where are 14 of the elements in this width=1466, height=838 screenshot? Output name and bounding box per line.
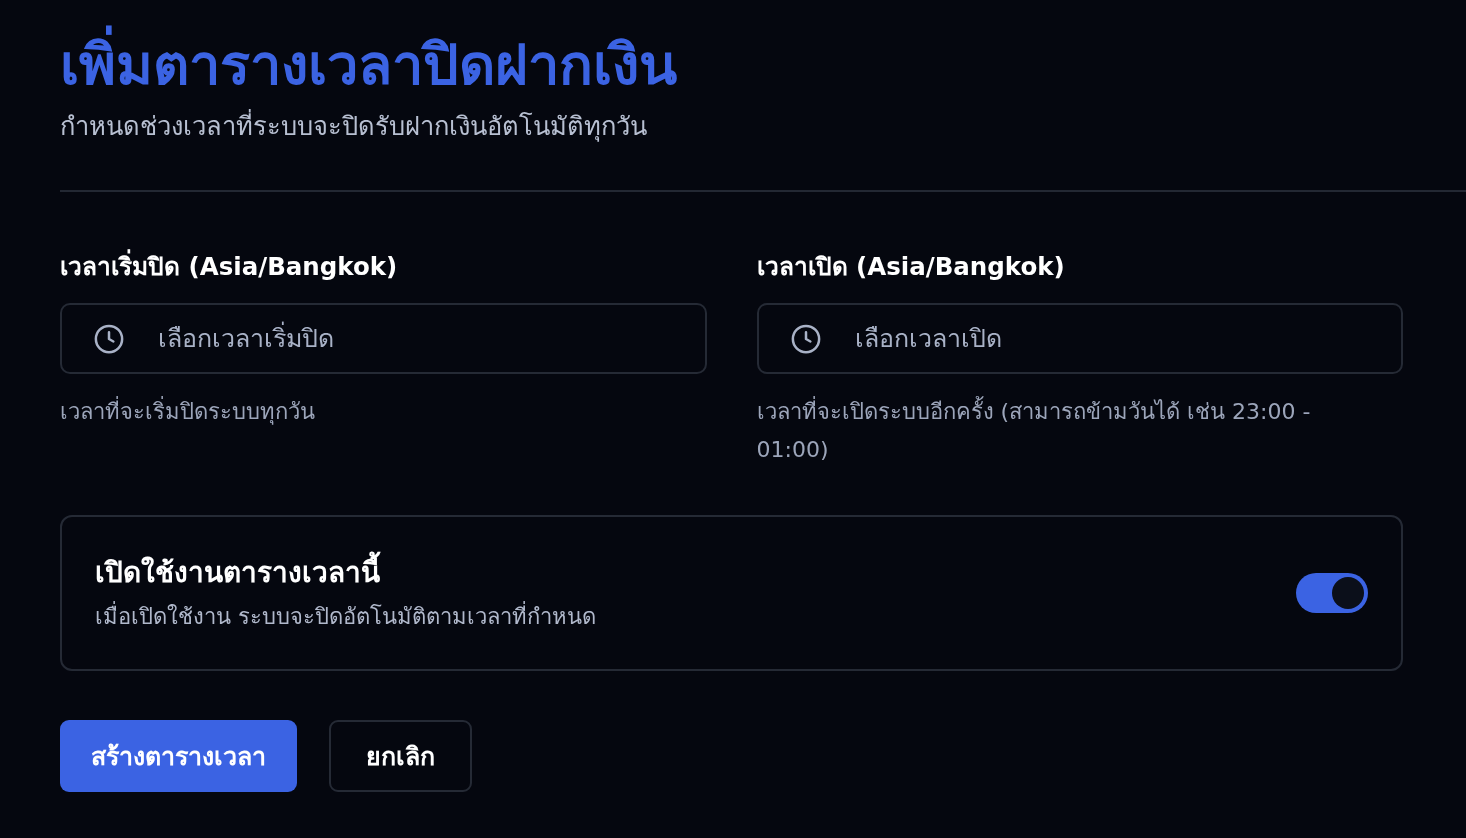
field-label: เวลาเริ่มปิด (Asia/Bangkok) [60, 250, 398, 285]
cancel-button[interactable]: ยกเลิก [329, 719, 472, 792]
field-hint: เวลาที่จะเปิดระบบอีกครั้ง (สามารถข้ามวันได้ เช่น 23:00 - 01:00) [756, 395, 1312, 464]
clock-icon [94, 323, 124, 354]
toggle-switch[interactable] [1296, 572, 1368, 613]
clock-icon [790, 323, 821, 354]
page-title: เพิ่มตารางเวลาปิดฝากเงิน [60, 22, 1403, 109]
field-label: เวลาเปิด (Asia/Bangkok) [756, 251, 1065, 284]
toggle-description: เมื่อเปิดใช้งาน ระบบจะปิดอัตโนมัติตามเวลาที่กำหนด [95, 601, 596, 631]
field-hint: เวลาที่จะเริ่มปิดระบบทุกวัน [60, 395, 316, 427]
time-input-field[interactable]: เลือกเวลาเปิด [756, 302, 1403, 374]
page-subtitle: กำหนดช่วงเวลาที่ระบบจะปิดรับฝากเงินอัตโนมัติทุกวัน [60, 108, 648, 144]
create-button[interactable]: สร้างตารางเวลา [60, 719, 297, 792]
time-input-field[interactable]: เลือกเวลาเริ่มปิด [60, 302, 707, 374]
